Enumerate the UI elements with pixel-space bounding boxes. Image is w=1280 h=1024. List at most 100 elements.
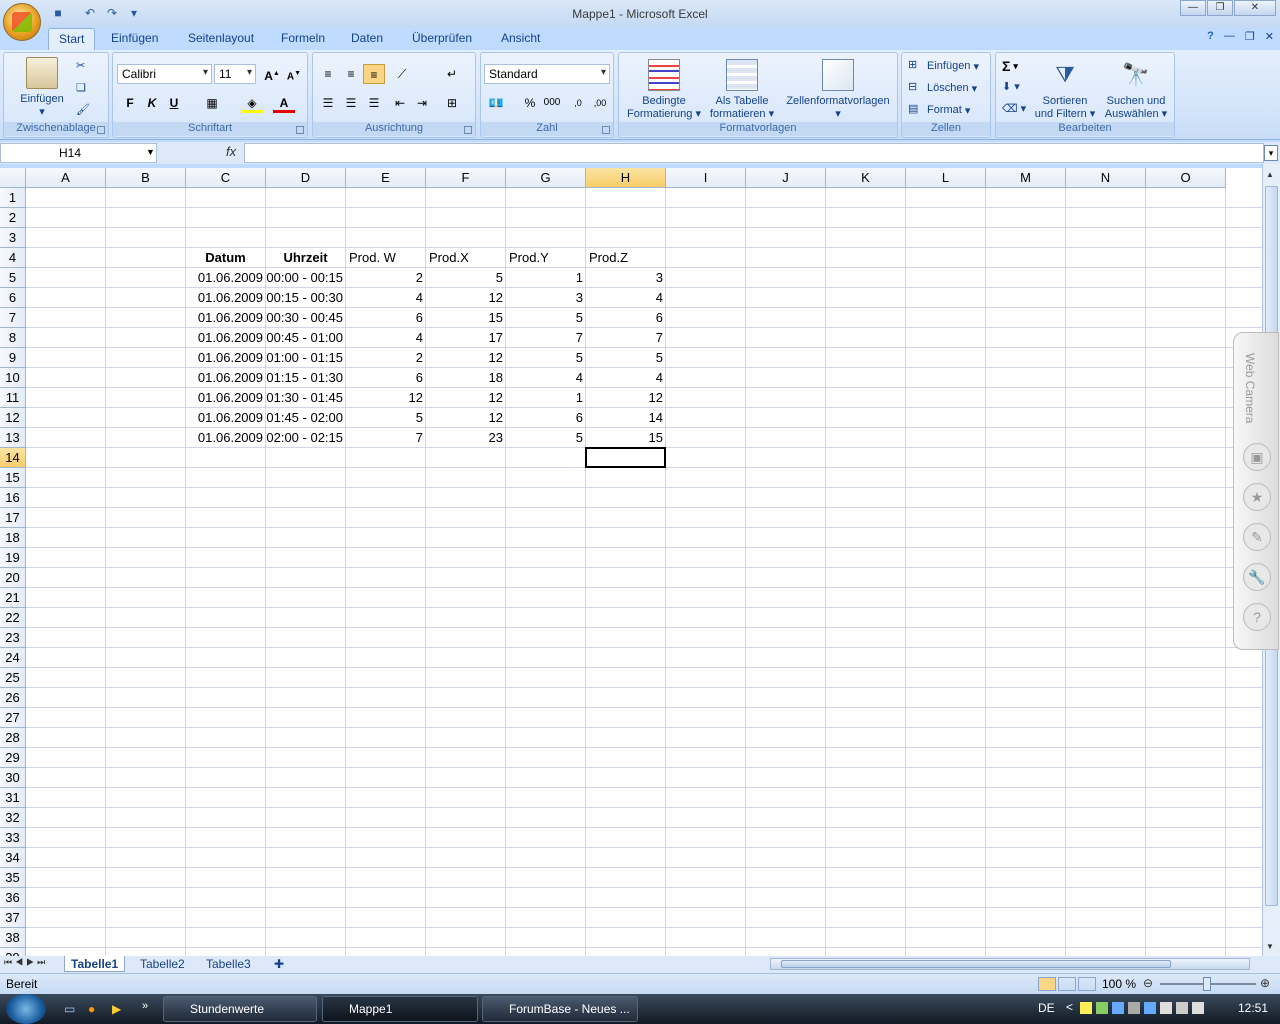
table-cell[interactable]: 5 <box>506 308 585 328</box>
wrap-text-icon[interactable]: ↵ <box>441 64 463 84</box>
language-indicator[interactable]: DE <box>1038 1001 1055 1015</box>
table-cell[interactable]: 2 <box>346 268 425 288</box>
align-right-icon[interactable]: ☰ <box>363 93 385 113</box>
row-header[interactable]: 26 <box>0 688 26 708</box>
tray-icon[interactable] <box>1096 1002 1108 1014</box>
table-cell[interactable]: 3 <box>586 268 665 288</box>
quicklaunch-media-icon[interactable]: ▶ <box>112 1002 121 1016</box>
table-cell[interactable]: 4 <box>586 368 665 388</box>
tab-ansicht[interactable]: Ansicht <box>501 31 540 45</box>
table-cell[interactable]: 01.06.2009 <box>186 288 265 308</box>
row-header[interactable]: 10 <box>0 368 26 388</box>
table-cell[interactable]: 4 <box>346 328 425 348</box>
dialog-launcher-icon[interactable] <box>464 126 472 134</box>
table-cell[interactable]: 01.06.2009 <box>186 428 265 448</box>
tab-seitenlayout[interactable]: Seitenlayout <box>188 31 254 45</box>
row-header[interactable]: 35 <box>0 868 26 888</box>
row-header[interactable]: 38 <box>0 928 26 948</box>
column-header[interactable]: C <box>186 168 266 188</box>
row-header[interactable]: 7 <box>0 308 26 328</box>
table-cell[interactable]: 7 <box>506 328 585 348</box>
table-cell[interactable]: 5 <box>506 348 585 368</box>
table-cell[interactable]: 5 <box>586 348 665 368</box>
table-cell[interactable]: 5 <box>426 268 505 288</box>
column-header[interactable]: I <box>666 168 746 188</box>
tray-icon[interactable] <box>1112 1002 1124 1014</box>
align-left-icon[interactable]: ☰ <box>317 93 339 113</box>
format-painter-icon[interactable]: 🖌 <box>76 103 90 116</box>
row-header[interactable]: 18 <box>0 528 26 548</box>
table-cell[interactable]: 18 <box>426 368 505 388</box>
borders-icon[interactable]: ▦ <box>201 93 223 113</box>
sheet-tab-2[interactable]: Tabelle2 <box>134 956 191 972</box>
spreadsheet-grid[interactable]: A B C D E F G H I J K L M N O 1 2 3 4 5 6 7 8 9 10 11 12 13 14 15 16 17… <box>0 168 1262 956</box>
save-icon[interactable]: ■ <box>50 5 66 21</box>
row-header[interactable]: 9 <box>0 348 26 368</box>
column-header[interactable]: E <box>346 168 426 188</box>
number-format-combo[interactable]: Standard <box>484 64 610 84</box>
column-header[interactable]: O <box>1146 168 1226 188</box>
table-cell[interactable]: 4 <box>586 288 665 308</box>
row-header[interactable]: 21 <box>0 588 26 608</box>
row-header[interactable]: 27 <box>0 708 26 728</box>
quicklaunch-firefox-icon[interactable]: ● <box>88 1002 95 1016</box>
conditional-formatting-button[interactable]: Bedingte Formatierung ▾ <box>623 59 705 121</box>
orientation-icon[interactable]: ⟋ <box>391 64 413 84</box>
sort-filter-button[interactable]: ⧩ Sortieren und Filtern ▾ <box>1032 59 1098 121</box>
scroll-up-icon[interactable]: ▲ <box>1266 170 1277 179</box>
paste-button[interactable]: Einfügen ▾ <box>16 57 68 119</box>
table-cell[interactable]: 01.06.2009 <box>186 388 265 408</box>
cut-icon[interactable]: ✂ <box>76 59 85 72</box>
table-cell[interactable]: Datum <box>186 248 265 268</box>
merge-center-icon[interactable]: ⊞ <box>441 93 463 113</box>
font-color-icon[interactable]: A <box>273 93 295 113</box>
table-cell[interactable]: 01.06.2009 <box>186 328 265 348</box>
row-header[interactable]: 1 <box>0 188 26 208</box>
table-cell[interactable]: 12 <box>426 408 505 428</box>
taskbar-item-stundenwerte[interactable]: Stundenwerte <box>163 996 317 1022</box>
align-top-icon[interactable]: ≡ <box>317 64 339 84</box>
row-header[interactable]: 39 <box>0 948 26 956</box>
clock[interactable]: 12:51 <box>1238 1001 1268 1015</box>
maximize-button[interactable]: ❐ <box>1207 0 1233 16</box>
row-header[interactable]: 20 <box>0 568 26 588</box>
zoom-slider-thumb[interactable] <box>1203 977 1211 991</box>
table-cell[interactable]: 3 <box>506 288 585 308</box>
format-cells-button[interactable]: ▤ Format ▾ <box>908 102 970 118</box>
row-header[interactable]: 22 <box>0 608 26 628</box>
normal-view-icon[interactable] <box>1038 977 1056 991</box>
help-icon[interactable]: ? <box>1207 30 1214 43</box>
doc-restore-button[interactable]: ❐ <box>1245 30 1255 43</box>
column-header[interactable]: B <box>106 168 186 188</box>
table-cell[interactable]: 4 <box>506 368 585 388</box>
tray-icon[interactable] <box>1080 1002 1092 1014</box>
row-header[interactable]: 3 <box>0 228 26 248</box>
taskbar-item-mappe1[interactable]: Mappe1 <box>322 996 478 1022</box>
fx-icon[interactable]: fx <box>226 144 236 159</box>
column-header[interactable]: G <box>506 168 586 188</box>
table-cell[interactable]: 7 <box>586 328 665 348</box>
row-header[interactable]: 31 <box>0 788 26 808</box>
table-cell[interactable]: 6 <box>346 308 425 328</box>
row-header[interactable]: 5 <box>0 268 26 288</box>
horizontal-scrollbar[interactable] <box>770 958 1250 970</box>
row-header[interactable]: 13 <box>0 428 26 448</box>
page-layout-view-icon[interactable] <box>1058 977 1076 991</box>
table-cell[interactable]: 7 <box>346 428 425 448</box>
row-header[interactable]: 29 <box>0 748 26 768</box>
table-cell[interactable]: 5 <box>506 428 585 448</box>
office-button[interactable] <box>3 3 41 41</box>
row-header[interactable]: 4 <box>0 248 26 268</box>
dialog-launcher-icon[interactable] <box>602 126 610 134</box>
volume-icon[interactable] <box>1192 1002 1204 1014</box>
table-cell[interactable]: 01:00 - 01:15 <box>266 348 345 368</box>
bold-button[interactable]: F <box>119 93 141 113</box>
fill-icon[interactable]: ⬇ ▾ <box>1002 80 1020 93</box>
row-header[interactable]: 19 <box>0 548 26 568</box>
table-cell[interactable]: Uhrzeit <box>266 248 345 268</box>
table-cell[interactable]: 01:30 - 01:45 <box>266 388 345 408</box>
tab-daten[interactable]: Daten <box>351 31 383 45</box>
undo-icon[interactable]: ↶ <box>82 5 98 21</box>
row-header[interactable]: 25 <box>0 668 26 688</box>
table-cell[interactable]: 02:00 - 02:15 <box>266 428 345 448</box>
